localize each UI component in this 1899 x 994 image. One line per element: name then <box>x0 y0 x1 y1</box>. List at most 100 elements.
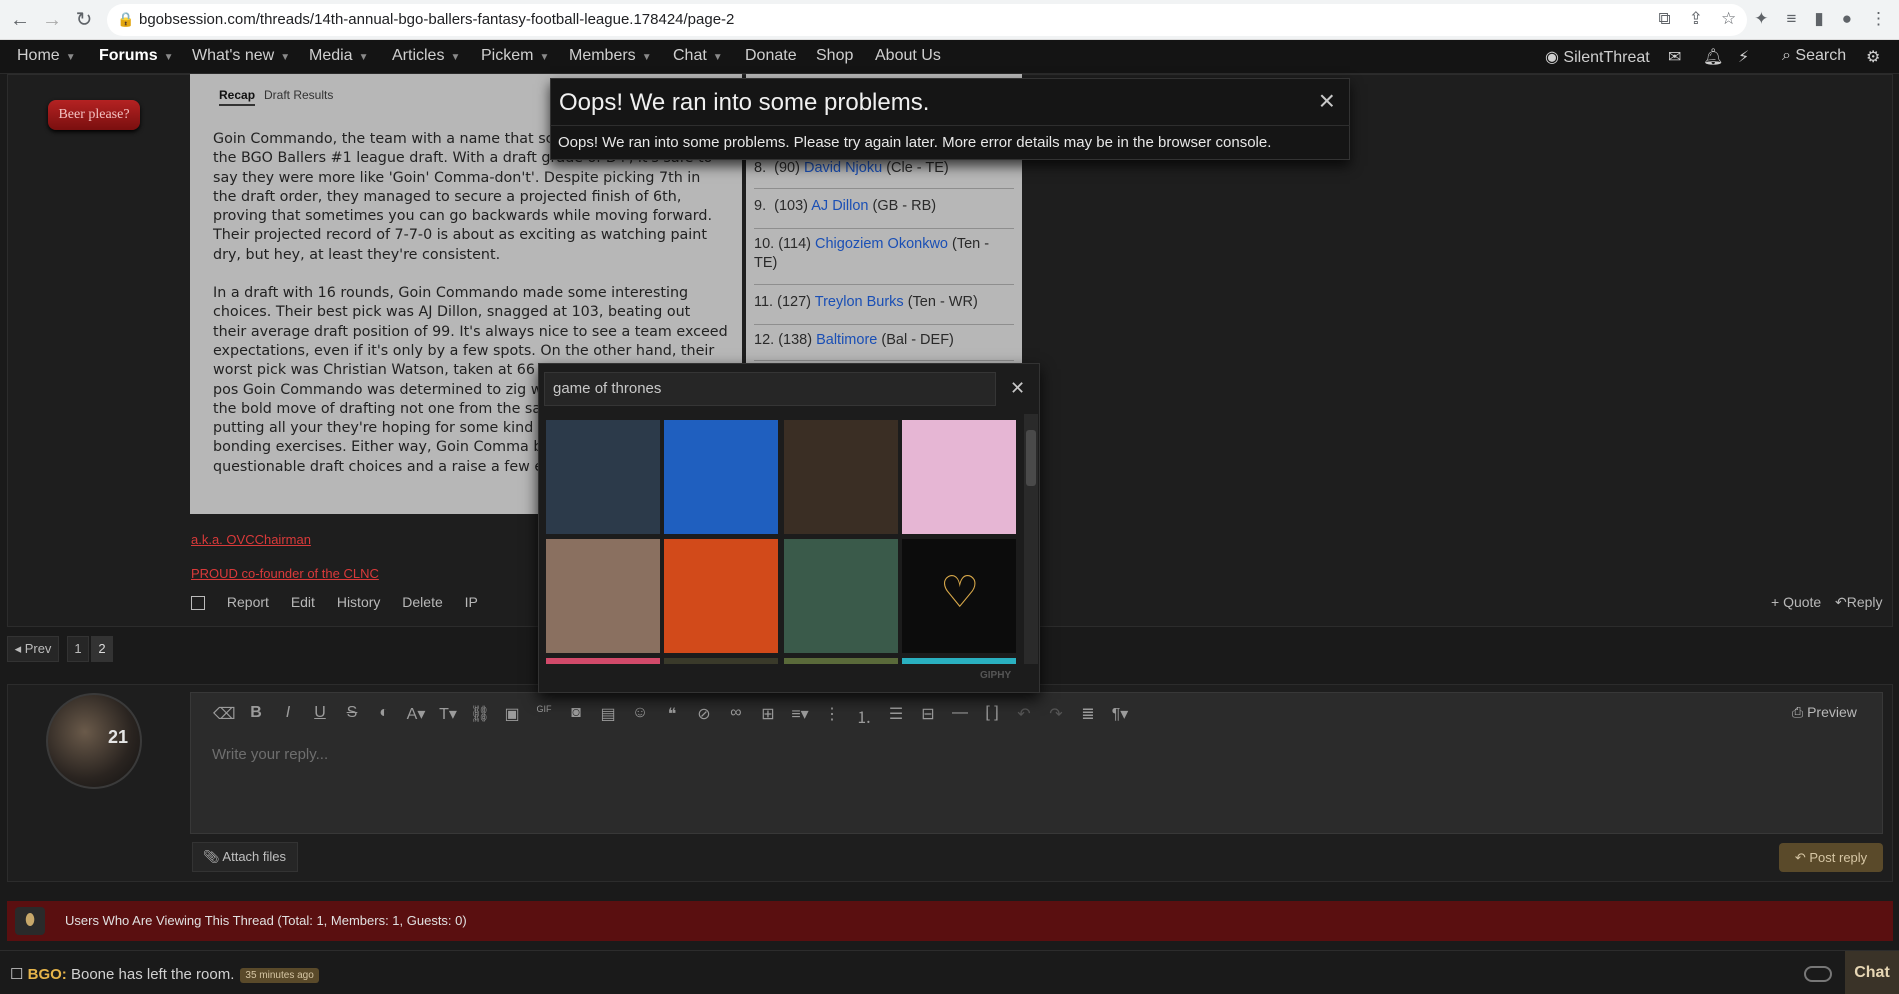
user-menu[interactable]: ◉ SilentThreat <box>1545 47 1650 67</box>
menu-icon[interactable]: ⋮ <box>1870 9 1887 29</box>
palette-icon[interactable]: ◐ <box>373 704 395 728</box>
font-icon[interactable]: A▾ <box>405 704 427 728</box>
redo-icon[interactable]: ↷ <box>1045 704 1067 728</box>
scroll-thumb[interactable] <box>1026 430 1036 486</box>
nav-pickem[interactable]: Pickem ▼ <box>481 47 549 65</box>
quote-icon[interactable]: ❝ <box>661 704 683 728</box>
justify-icon[interactable]: ≣ <box>1077 704 1099 728</box>
page-2-button[interactable]: 2 <box>91 636 113 662</box>
table-icon[interactable]: ⊟ <box>917 704 939 728</box>
attach-files-button[interactable]: 📎︎ Attach files <box>192 842 298 872</box>
undo-icon[interactable]: ↶ <box>1013 704 1035 728</box>
nav-whats-new[interactable]: What's new ▼ <box>192 47 290 65</box>
gif-tile[interactable] <box>664 658 778 664</box>
gif-tile[interactable] <box>784 658 898 664</box>
forward-icon[interactable]: → <box>40 8 64 32</box>
report-link[interactable]: Report <box>227 594 269 610</box>
share-icon[interactable]: ⇪ <box>1689 9 1703 29</box>
nav-chat[interactable]: Chat ▼ <box>673 47 723 65</box>
font-size-icon[interactable]: T▾ <box>437 704 459 728</box>
gif-tile[interactable] <box>546 658 660 664</box>
bell-icon[interactable]: 🔔︎ <box>1703 47 1723 67</box>
smiley-icon[interactable]: ☺ <box>629 704 651 728</box>
side-panel-icon[interactable]: ▮ <box>1814 9 1823 29</box>
gif-tile[interactable] <box>784 420 898 534</box>
star-icon[interactable]: ☆ <box>1721 9 1736 29</box>
chat-button[interactable]: Chat <box>1845 951 1899 994</box>
gif-tile[interactable] <box>784 539 898 653</box>
page-1-button[interactable]: 1 <box>67 636 89 662</box>
nav-about-us[interactable]: About Us <box>875 47 941 65</box>
prev-page-button[interactable]: ◂ Prev <box>7 636 59 662</box>
address-bar[interactable]: 🔒 bgobsession.com/threads/14th-annual-bg… <box>107 4 1747 36</box>
history-link[interactable]: History <box>337 594 381 610</box>
signature-link[interactable]: a.k.a. OVCChairman <box>191 532 311 547</box>
align-icon[interactable]: ≡▾ <box>789 704 811 728</box>
tab-recap[interactable]: Recap <box>219 88 256 106</box>
ordered-list-icon[interactable]: ⒈ <box>853 704 875 728</box>
post-reply-button[interactable]: ↶ Post reply <box>1779 843 1883 872</box>
nav-members[interactable]: Members ▼ <box>569 47 652 65</box>
link-icon[interactable]: ⛓ <box>469 704 491 728</box>
gif-search-input[interactable]: game of thrones <box>544 372 996 406</box>
image-icon[interactable]: ▣ <box>501 704 523 728</box>
close-icon[interactable]: ✕ <box>1010 378 1025 399</box>
camera-icon[interactable]: ◙ <box>565 704 587 728</box>
gif-tile[interactable]: ♡ <box>902 539 1016 653</box>
gif-icon[interactable]: GIF <box>533 704 555 728</box>
gif-tile[interactable] <box>902 420 1016 534</box>
search-nav[interactable]: ⌕ Search <box>1782 47 1846 65</box>
gif-tile[interactable] <box>664 539 778 653</box>
player-link[interactable]: Treylon Burks <box>815 294 904 310</box>
gif-tile[interactable] <box>546 420 660 534</box>
extensions-icon[interactable]: ✦ <box>1754 9 1768 29</box>
avatar[interactable]: 21 <box>46 693 142 789</box>
reload-icon[interactable]: ↻ <box>72 8 96 32</box>
gif-tile[interactable] <box>902 658 1016 664</box>
more-icon[interactable]: ⋮ <box>821 704 843 728</box>
tab-draft-results[interactable]: Draft Results <box>264 88 333 102</box>
gif-scrollbar[interactable] <box>1024 414 1038 664</box>
quote-button[interactable]: + Quote <box>1771 594 1821 610</box>
nav-forums[interactable]: Forums ▼ <box>99 47 174 65</box>
delete-link[interactable]: Delete <box>402 594 442 610</box>
hr-icon[interactable]: — <box>949 704 971 728</box>
ip-link[interactable]: IP <box>465 594 478 610</box>
select-checkbox[interactable] <box>191 596 205 611</box>
inline-spoiler-icon[interactable]: ∞ <box>725 704 747 728</box>
lightning-icon[interactable]: ⚡︎ <box>1738 47 1749 67</box>
gallery-icon[interactable]: ▤ <box>597 704 619 728</box>
player-link[interactable]: Chigoziem Okonkwo <box>815 236 948 252</box>
nav-media[interactable]: Media ▼ <box>309 47 368 65</box>
italic-icon[interactable]: I <box>277 704 299 728</box>
bold-icon[interactable]: B <box>245 704 267 728</box>
inbox-icon[interactable]: ✉ <box>1668 47 1681 67</box>
underline-icon[interactable]: U <box>309 704 331 728</box>
nav-articles[interactable]: Articles ▼ <box>392 47 460 65</box>
close-icon[interactable]: × <box>1319 85 1335 117</box>
signature-link[interactable]: PROUD co-founder of the CLNC <box>191 566 379 581</box>
profile-icon[interactable]: ● <box>1842 9 1852 29</box>
strikethrough-icon[interactable]: S <box>341 704 363 728</box>
spoiler-icon[interactable]: ⊘ <box>693 704 715 728</box>
bullet-list-icon[interactable]: ☰ <box>885 704 907 728</box>
reading-list-icon[interactable]: ≡ <box>1786 9 1796 29</box>
nav-donate[interactable]: Donate <box>745 47 797 65</box>
gif-tile[interactable] <box>546 539 660 653</box>
eraser-icon[interactable]: ⌫ <box>213 704 236 728</box>
nav-home[interactable]: Home ▼ <box>17 47 76 65</box>
preview-button[interactable]: ⎙ Preview <box>1792 704 1857 721</box>
reply-button[interactable]: ↶Reply <box>1835 594 1883 611</box>
beer-please-button[interactable]: Beer please? <box>48 100 140 130</box>
player-link[interactable]: Baltimore <box>816 332 877 348</box>
settings-icon[interactable]: ⚙ <box>1866 47 1880 67</box>
edit-link[interactable]: Edit <box>291 594 315 610</box>
player-link[interactable]: David Njoku <box>804 160 882 176</box>
player-link[interactable]: AJ Dillon <box>811 198 868 214</box>
back-icon[interactable]: ← <box>8 8 32 32</box>
insert-icon[interactable]: ⊞ <box>757 704 779 728</box>
paragraph-icon[interactable]: ¶▾ <box>1109 704 1131 728</box>
nav-shop[interactable]: Shop <box>816 47 853 65</box>
gif-tile[interactable] <box>664 420 778 534</box>
open-external-icon[interactable]: ⧉ <box>1659 9 1671 29</box>
